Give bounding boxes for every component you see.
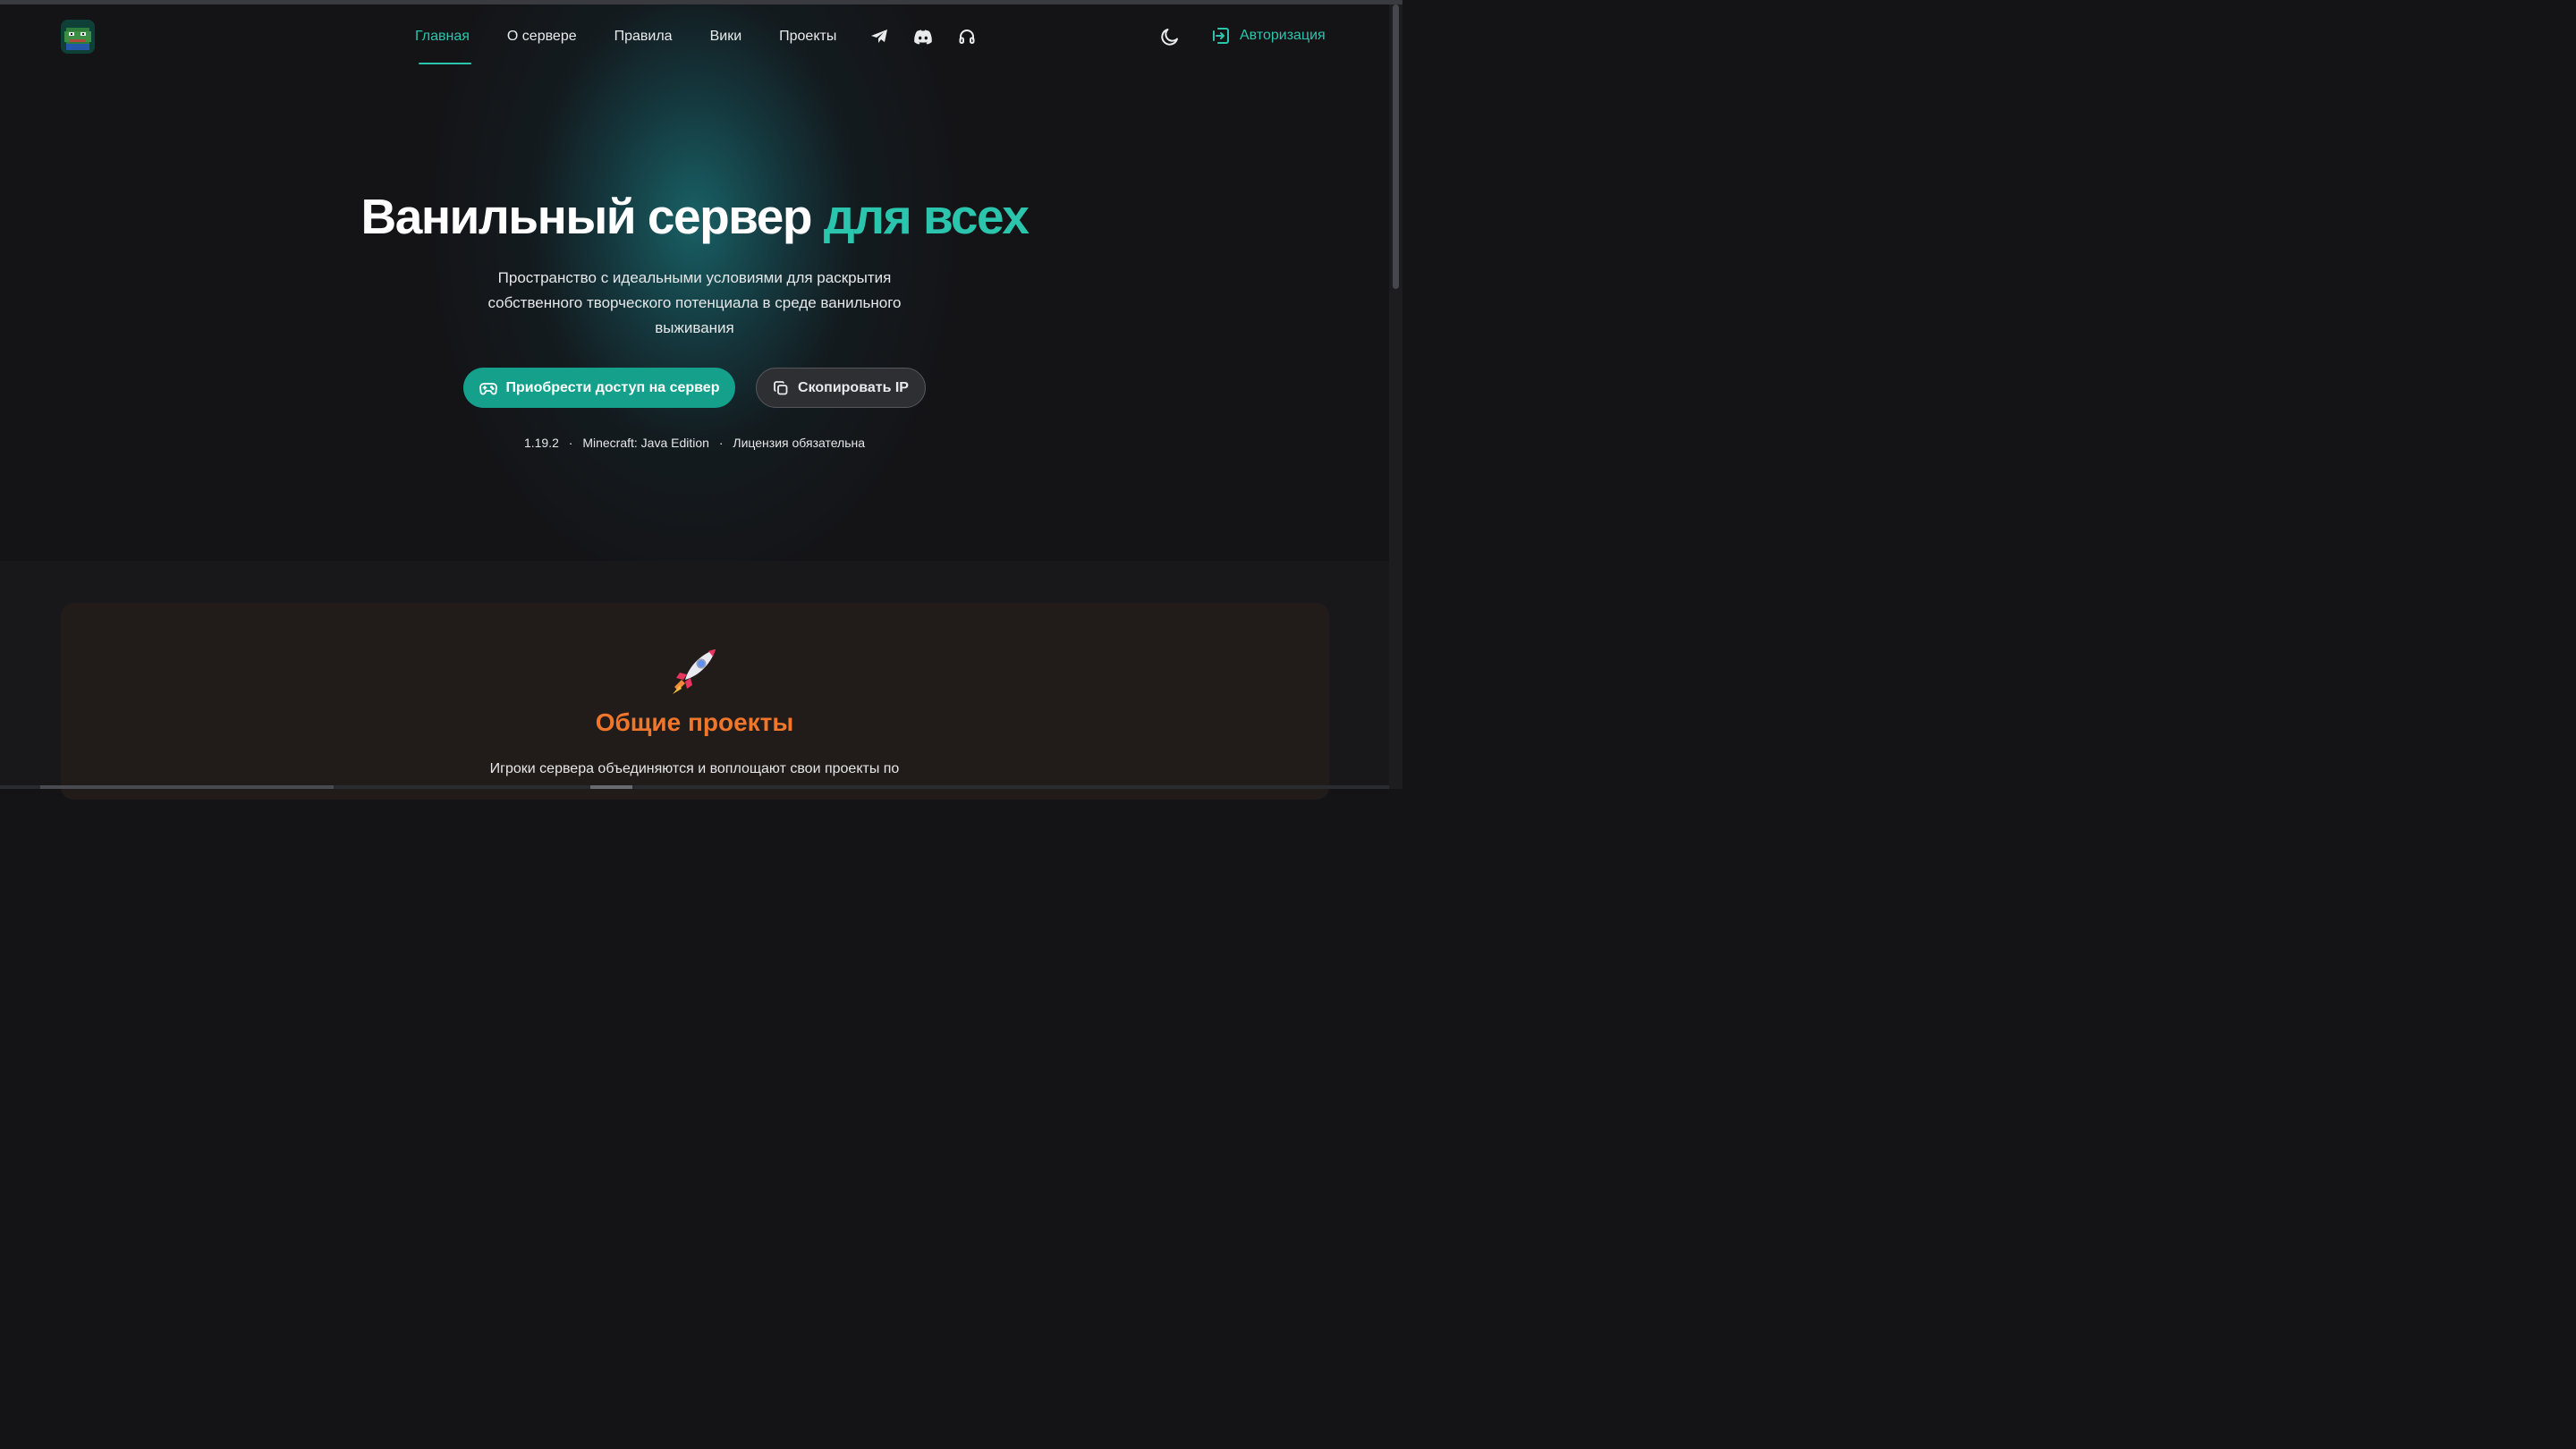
buy-access-button[interactable]: Приобрести доступ на сервер	[463, 368, 735, 408]
auth-button[interactable]: Авторизация	[1211, 26, 1326, 46]
pepe-logo-icon	[61, 20, 95, 54]
meta-separator: ·	[718, 436, 724, 450]
copy-ip-button[interactable]: Скопировать IP	[756, 368, 926, 408]
server-version: 1.19.2	[523, 436, 559, 450]
moon-icon[interactable]	[1159, 26, 1181, 47]
site-logo[interactable]	[61, 20, 95, 54]
nav-link-projects[interactable]: Проекты	[779, 20, 836, 54]
gamepad-icon	[479, 382, 497, 394]
main-nav: Главная О сервере Правила Вики Проекты	[402, 20, 1000, 64]
nav-link-rules[interactable]: Правила	[614, 20, 673, 54]
login-icon	[1213, 28, 1229, 44]
nav-link-home[interactable]: Главная	[415, 20, 471, 64]
projects-title: Общие проекты	[595, 708, 794, 736]
projects-text: Игроки сервера объединяются и воплощают …	[489, 761, 900, 776]
buy-access-label: Приобрести доступ на сервер	[505, 379, 720, 395]
hero-title: Ванильный сервер для всех	[0, 188, 1389, 245]
telegram-icon[interactable]	[869, 26, 890, 47]
copy-ip-label: Скопировать IP	[798, 379, 909, 395]
bottom-bar	[0, 785, 1389, 789]
rocket-icon	[669, 646, 719, 696]
scrollbar-thumb[interactable]	[1393, 4, 1399, 289]
hero-subtitle: Пространство с идеальными условиями для …	[487, 269, 902, 336]
server-edition: Minecraft: Java Edition	[582, 436, 709, 450]
bottom-bar-segment	[40, 785, 334, 789]
discord-icon[interactable]	[912, 26, 934, 47]
nav-link-about[interactable]: О сервере	[507, 20, 577, 54]
nav-link-wiki[interactable]: Вики	[710, 20, 742, 54]
hero-title-main: Ванильный сервер	[360, 189, 813, 244]
hero-title-accent: для всех	[823, 189, 1030, 244]
vertical-scrollbar[interactable]	[1389, 4, 1402, 789]
auth-label: Авторизация	[1240, 28, 1326, 43]
server-meta: 1.19.2 · Minecraft: Java Edition · Лицен…	[0, 436, 1389, 450]
meta-separator: ·	[568, 436, 573, 450]
copy-icon	[774, 380, 788, 394]
headset-icon[interactable]	[956, 26, 978, 47]
bottom-bar-segment	[590, 785, 632, 789]
server-license: Лицензия обязательна	[733, 436, 866, 450]
